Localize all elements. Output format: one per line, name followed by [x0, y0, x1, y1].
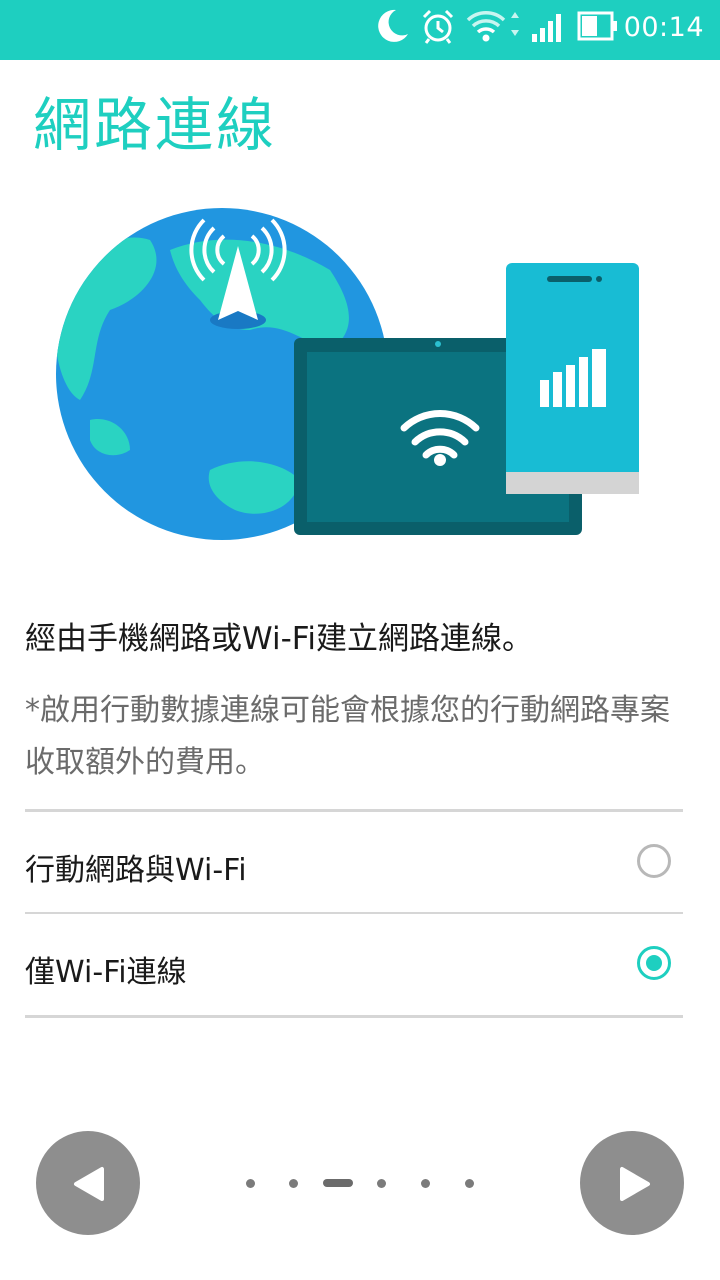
divider: [25, 912, 683, 914]
page-dot: [421, 1179, 430, 1188]
radio-button-unselected[interactable]: [637, 844, 671, 878]
data-charge-note: *啟用行動數據連線可能會根據您的行動網路專案收取額外的費用。: [25, 693, 670, 780]
divider: [25, 1015, 683, 1018]
back-button[interactable]: [36, 1131, 140, 1235]
page-dot-active: [323, 1179, 353, 1187]
page-indicator: [240, 1176, 480, 1192]
clock-time: 00:14: [623, 12, 704, 43]
wifi-icon: [466, 11, 519, 42]
radio-button-selected[interactable]: [637, 946, 671, 980]
network-illustration: [56, 208, 639, 540]
status-bar: 00:14: [0, 0, 720, 60]
divider: [25, 809, 683, 812]
triangle-left-icon: [74, 1167, 104, 1201]
option-wifi-only[interactable]: 僅Wi-Fi連線: [25, 917, 683, 1015]
page-dot: [246, 1179, 255, 1188]
moon-icon: [378, 9, 408, 42]
battery-icon: [577, 11, 617, 41]
option-label: 僅Wi-Fi連線: [25, 955, 187, 990]
signal-icon: [532, 14, 561, 42]
page-dot: [465, 1179, 474, 1188]
page-title: 網路連線: [33, 91, 278, 159]
triangle-right-icon: [620, 1167, 650, 1201]
next-button[interactable]: [580, 1131, 684, 1235]
alarm-icon: [422, 9, 454, 44]
option-mobile-and-wifi[interactable]: 行動網路與Wi-Fi: [25, 815, 683, 913]
description-text: 經由手機網路或Wi-Fi建立網路連線。: [25, 621, 533, 657]
page-dot: [289, 1179, 298, 1188]
page-dot: [377, 1179, 386, 1188]
option-label: 行動網路與Wi-Fi: [25, 853, 247, 888]
